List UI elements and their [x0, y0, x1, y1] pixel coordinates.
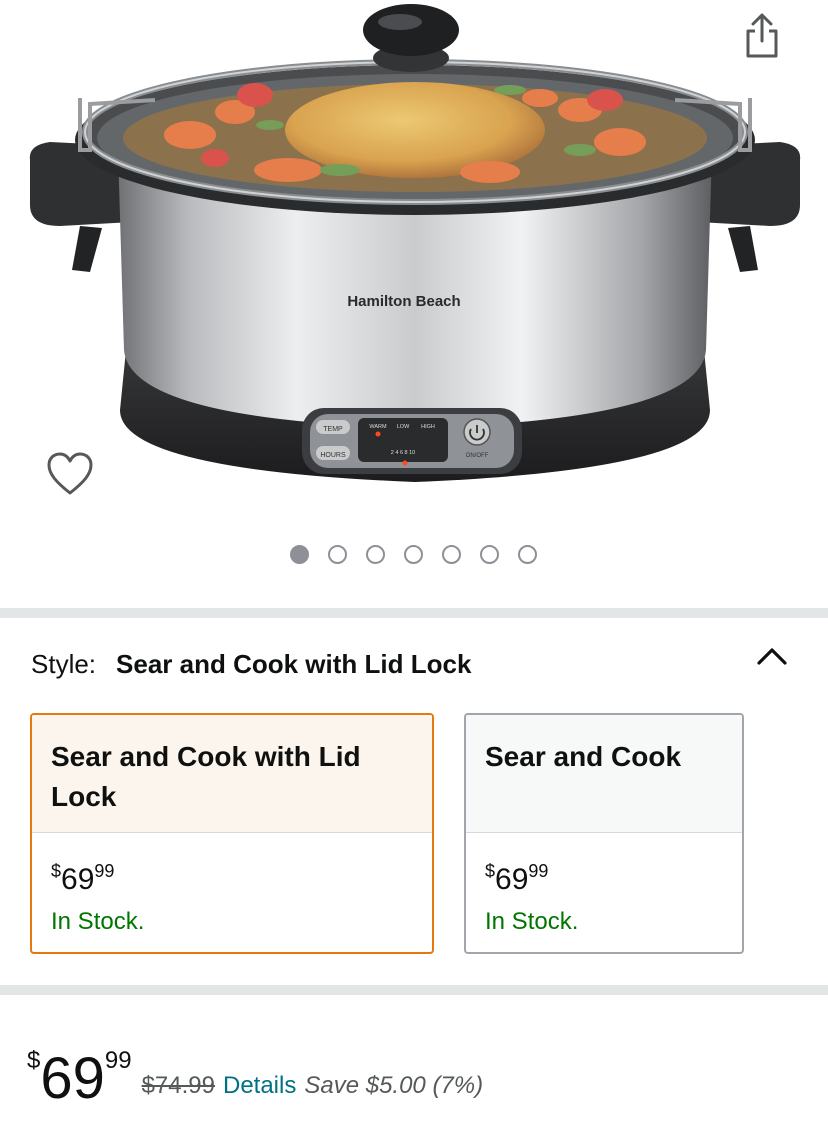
high-label: HIGH: [421, 424, 435, 430]
selected-style-value: Sear and Cook with Lid Lock: [116, 648, 472, 679]
product-gallery[interactable]: Hamilton Beach TEMP HOURS WARM LOW HIGH …: [0, 0, 828, 608]
pager-dot[interactable]: [404, 545, 423, 564]
pager-dot[interactable]: [366, 545, 385, 564]
chevron-up-icon: [757, 648, 787, 665]
hour-marks: 2 4 6 8 10: [391, 450, 415, 456]
style-option-name: Sear and Cook: [466, 715, 742, 833]
share-icon: [746, 13, 778, 58]
savings-text: Save $5.00 (7%): [304, 1072, 484, 1099]
pager-dot[interactable]: [290, 545, 309, 564]
pager-dot[interactable]: [328, 545, 347, 564]
current-price: $6999: [27, 1046, 132, 1111]
details-link[interactable]: Details: [223, 1072, 296, 1100]
pager-dot[interactable]: [442, 545, 461, 564]
availability-text: In Stock.: [51, 908, 145, 935]
section-divider: [0, 608, 828, 618]
collapse-button[interactable]: [752, 638, 792, 674]
heart-icon: [47, 452, 93, 495]
hours-label: HOURS: [320, 452, 346, 459]
pager-dot[interactable]: [480, 545, 499, 564]
product-image[interactable]: Hamilton Beach TEMP HOURS WARM LOW HIGH …: [20, 0, 810, 510]
style-option-sear-and-cook[interactable]: Sear and Cook $6999 In Stock.: [464, 713, 744, 954]
style-label: Style:: [31, 648, 97, 679]
pager-dot[interactable]: [518, 545, 537, 564]
brand-label: Hamilton Beach: [347, 293, 460, 310]
wishlist-button[interactable]: [44, 448, 96, 500]
section-divider: [0, 985, 828, 995]
style-option-price: $6999: [51, 861, 115, 896]
image-pager[interactable]: [0, 545, 828, 567]
warm-label: WARM: [369, 424, 387, 430]
on-off-label: ON/OFF: [466, 453, 489, 459]
temp-label: TEMP: [323, 426, 343, 433]
style-option-price: $6999: [485, 861, 549, 896]
price-block: $6999 $74.99 Details Save $5.00 (7%): [27, 1040, 483, 1110]
style-option-name: Sear and Cook with Lid Lock: [32, 715, 432, 833]
low-label: LOW: [397, 424, 410, 430]
list-price: $74.99: [141, 1072, 215, 1099]
share-button[interactable]: [742, 12, 782, 60]
style-option-sear-and-cook-with-lid-lock[interactable]: Sear and Cook with Lid Lock $6999 In Sto…: [30, 713, 434, 954]
style-header[interactable]: Style: Sear and Cook with Lid Lock: [31, 644, 471, 684]
availability-text: In Stock.: [485, 908, 579, 935]
